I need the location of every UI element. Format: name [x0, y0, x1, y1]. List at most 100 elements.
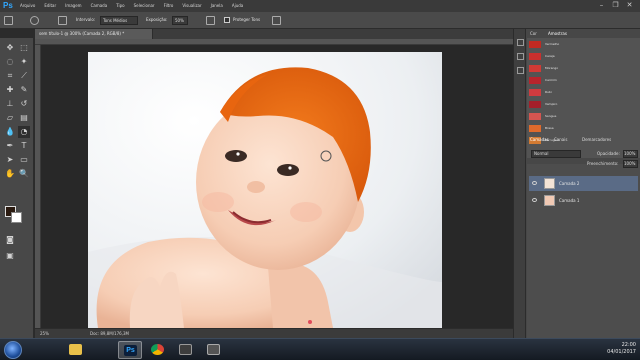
close-icon[interactable]: ✕ — [625, 1, 634, 10]
menu-item-select[interactable]: Selecionar — [134, 1, 155, 11]
swatch-row[interactable]: Vampiro — [529, 100, 640, 108]
hand-tool-icon[interactable]: ✋ — [4, 168, 16, 180]
actions-panel-icon[interactable] — [517, 53, 524, 60]
baby-photo-illustration — [88, 52, 442, 328]
protect-tones-label: Proteger Tons — [233, 17, 261, 22]
swatch-row[interactable]: Rubi — [529, 88, 640, 96]
screen-mode-icon[interactable]: ▣ — [4, 250, 16, 262]
status-bar: 25% Doc: 89,8M/176,3M — [35, 328, 513, 338]
blur-tool-icon[interactable]: 💧 — [4, 126, 16, 138]
taskbar-app-explorer[interactable] — [64, 341, 88, 359]
layer-row[interactable]: Camada 2 — [529, 176, 638, 191]
shape-tool-icon[interactable]: ▭ — [18, 154, 30, 166]
opacity-label: Opacidade: — [597, 151, 620, 156]
brush-panel-icon[interactable] — [58, 16, 67, 25]
swatch-name: Carmim — [545, 78, 557, 82]
dodge-tool-icon[interactable]: ◔ — [18, 126, 30, 138]
tab-layers[interactable]: Camadas — [530, 135, 549, 144]
explorer-icon — [69, 344, 82, 355]
blend-mode-select[interactable]: Normal — [531, 150, 581, 158]
tab-paths[interactable]: Demarcadores — [582, 135, 611, 144]
background-color-swatch[interactable] — [11, 212, 22, 223]
menu-item-window[interactable]: Janela — [211, 1, 223, 11]
swatch-row[interactable]: Sangue — [529, 112, 640, 120]
menu-item-image[interactable]: Imagem — [65, 1, 81, 11]
type-tool-icon[interactable]: T — [18, 140, 30, 152]
chrome-icon — [151, 344, 164, 355]
pen-tool-icon[interactable]: ✒ — [4, 140, 16, 152]
right-panel-dock: Cor Amostras Vermelho Cereja Morango Car… — [514, 29, 640, 338]
swatch-chip — [529, 41, 541, 48]
magic-wand-tool-icon[interactable]: ✦ — [18, 56, 30, 68]
menu-item-edit[interactable]: Editar — [44, 1, 56, 11]
history-panel-icon[interactable] — [517, 39, 524, 46]
swatch-row[interactable]: Vermelho — [529, 40, 640, 48]
move-tool-icon[interactable]: ✥ — [4, 42, 16, 54]
exposure-field[interactable]: 50% — [172, 16, 188, 25]
swatch-row[interactable]: Morango — [529, 64, 640, 72]
zoom-level[interactable]: 25% — [40, 329, 49, 338]
airbrush-icon[interactable] — [206, 16, 215, 25]
history-brush-tool-icon[interactable]: ↺ — [18, 98, 30, 110]
layer-thumbnail — [544, 195, 555, 206]
layer-row[interactable]: Camada 1 — [529, 193, 638, 208]
layer-thumbnail — [544, 178, 555, 189]
tab-swatches[interactable]: Amostras — [548, 29, 567, 38]
exposure-label: Exposição: — [146, 17, 168, 22]
menu-item-file[interactable]: Arquivo — [20, 1, 35, 11]
swatch-row[interactable]: Carmim — [529, 76, 640, 84]
baby-photo-canvas[interactable] — [88, 52, 442, 328]
swatch-row[interactable]: Brasa — [529, 124, 640, 132]
gradient-tool-icon[interactable]: ▤ — [18, 112, 30, 124]
lasso-tool-icon[interactable]: ◌ — [4, 56, 16, 68]
fill-label: Preenchimento: — [587, 161, 619, 166]
eye-icon[interactable] — [532, 198, 537, 202]
taskbar-app-recorder[interactable] — [174, 341, 198, 359]
eraser-tool-icon[interactable]: ▱ — [4, 112, 16, 124]
swatch-chip — [529, 77, 541, 84]
tab-color[interactable]: Cor — [530, 29, 537, 38]
brush-tool-icon[interactable]: ✎ — [18, 84, 30, 96]
healing-brush-tool-icon[interactable]: ✚ — [4, 84, 16, 96]
marquee-tool-icon[interactable]: ⬚ — [18, 42, 30, 54]
swatch-name: Rubi — [545, 90, 552, 94]
swatch-name: Cereja — [545, 54, 555, 58]
eyedropper-tool-icon[interactable]: ⟋ — [18, 70, 30, 82]
options-bar: Intervalo: Tons Médios Exposição: 50% Pr… — [0, 12, 640, 29]
brush-size-icon[interactable] — [30, 16, 39, 25]
pressure-icon[interactable] — [272, 16, 281, 25]
eye-icon[interactable] — [532, 181, 537, 185]
clone-stamp-tool-icon[interactable]: ⊥ — [4, 98, 16, 110]
screen-recorder-icon — [179, 344, 192, 355]
system-tray-clock[interactable]: 22:00 04/01/2017 — [607, 342, 636, 356]
quick-mask-icon[interactable]: ◙ — [4, 234, 16, 246]
swatch-row[interactable]: Cereja — [529, 52, 640, 60]
photoshop-icon: Ps — [124, 345, 137, 356]
menu-item-type[interactable]: Tipo — [116, 1, 124, 11]
tool-preset-icon[interactable] — [4, 16, 13, 25]
minimize-icon[interactable]: – — [597, 1, 606, 10]
fill-field[interactable]: 100% — [623, 160, 638, 168]
menu-item-help[interactable]: Ajuda — [232, 1, 243, 11]
restore-icon[interactable]: ❐ — [611, 1, 620, 10]
protect-tones-checkbox[interactable] — [224, 17, 230, 23]
menu-item-layer[interactable]: Camada — [91, 1, 108, 11]
opacity-field[interactable]: 100% — [623, 150, 638, 158]
clock-time: 22:00 — [621, 342, 636, 348]
menu-list: Arquivo Editar Imagem Camada Tipo Seleci… — [20, 1, 243, 11]
path-selection-tool-icon[interactable]: ➤ — [4, 154, 16, 166]
menu-item-filter[interactable]: Filtro — [164, 1, 174, 11]
document-tab[interactable]: sem título-1 @ 300% (Camada 2, RGB/8) * — [35, 29, 153, 39]
swatch-chip — [529, 125, 541, 132]
start-button[interactable] — [4, 341, 22, 359]
tab-channels[interactable]: Canais — [554, 135, 567, 144]
properties-panel-icon[interactable] — [517, 67, 524, 74]
menu-item-view[interactable]: Visualizar — [182, 1, 201, 11]
crop-tool-icon[interactable]: ⌗ — [4, 70, 16, 82]
interval-select[interactable]: Tons Médios — [100, 16, 138, 25]
taskbar-app-chrome[interactable] — [146, 341, 170, 359]
taskbar-app-media[interactable] — [202, 341, 226, 359]
taskbar-app-photoshop[interactable]: Ps — [118, 341, 142, 359]
layer-name: Camada 1 — [559, 198, 580, 203]
zoom-tool-icon[interactable]: 🔍 — [18, 168, 30, 180]
